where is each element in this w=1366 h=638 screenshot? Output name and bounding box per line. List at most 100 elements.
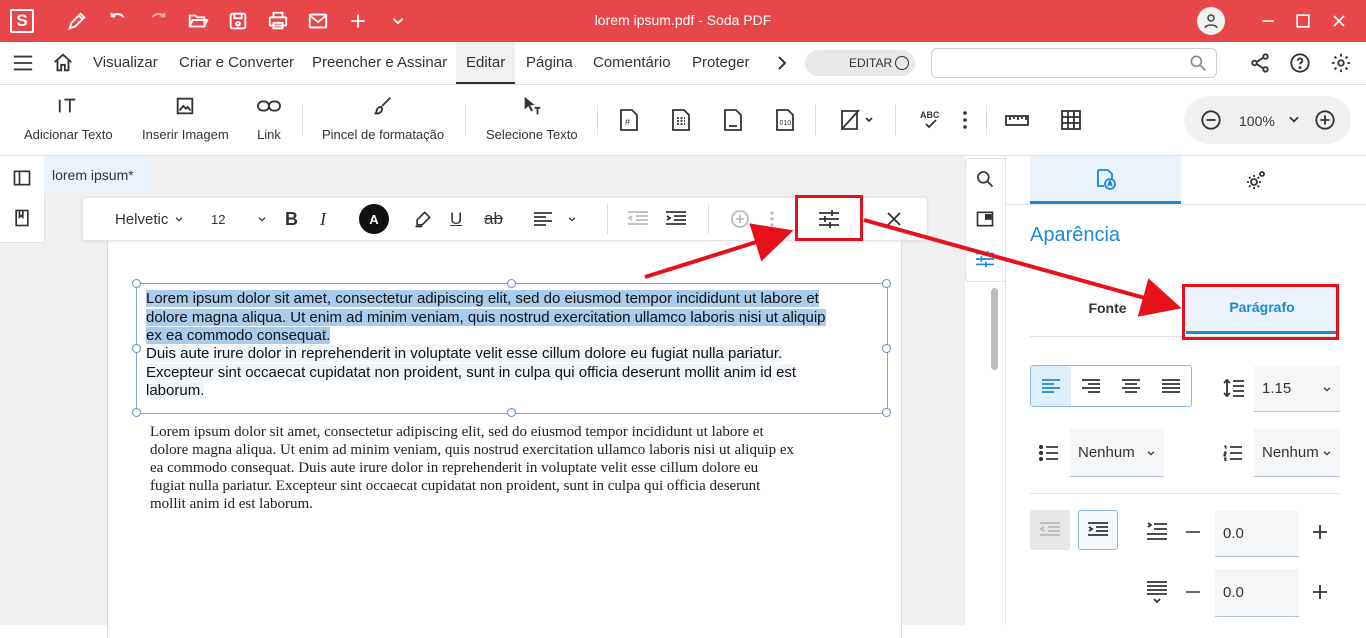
minimize-icon[interactable] [1254, 7, 1282, 35]
ruler-icon[interactable] [1004, 107, 1030, 133]
text-line[interactable]: ex ea commodo consequat. [146, 327, 331, 344]
chevron-right-icon[interactable] [774, 54, 790, 72]
search-box[interactable] [931, 48, 1217, 78]
strikethrough-button[interactable]: ab [484, 198, 503, 240]
bullet-list-select[interactable]: Nenhum [1070, 429, 1164, 477]
resize-handle[interactable] [132, 279, 141, 288]
home-icon[interactable] [52, 52, 74, 74]
body-text-line[interactable]: Lorem ipsum dolor sit amet, consectetur … [150, 424, 764, 441]
search-icon[interactable] [1188, 53, 1208, 73]
search-input[interactable] [938, 52, 1182, 76]
properties-panel-icon[interactable] [975, 209, 995, 229]
menu-criar-converter[interactable]: Criar e Converter [179, 42, 294, 84]
indent-button[interactable] [1078, 510, 1118, 550]
resize-handle[interactable] [132, 344, 141, 353]
bates-numbering-icon[interactable] [668, 107, 694, 133]
close-icon[interactable] [1325, 7, 1353, 35]
text-line[interactable]: Excepteur sint occaecat cupidatat non pr… [146, 364, 797, 381]
panel-toggle-icon[interactable] [12, 168, 32, 188]
align-left-icon[interactable] [1031, 366, 1071, 406]
body-text-line[interactable]: ea commodo consequat. Duis aute irure do… [150, 460, 758, 477]
minus-icon[interactable] [1186, 591, 1200, 593]
text-line[interactable]: laborum. [146, 382, 205, 399]
plus-icon[interactable] [1312, 584, 1328, 600]
menu-preencher-assinar[interactable]: Preencher e Assinar [312, 42, 447, 84]
highlight-icon[interactable] [413, 198, 433, 240]
format-painter-button[interactable]: Pincel de formatação [322, 93, 444, 142]
menu-pagina[interactable]: Página [526, 42, 573, 84]
underline-button[interactable]: U [450, 198, 462, 240]
link-button[interactable]: Link [256, 93, 282, 142]
tab-settings[interactable] [1186, 156, 1326, 204]
select-text-button[interactable]: Selecione Texto [486, 93, 578, 142]
resize-handle[interactable] [882, 279, 891, 288]
toolbar-divider [607, 204, 608, 234]
body-text-line[interactable]: fugiat nulla pariatur. Excepteur sint oc… [150, 478, 760, 495]
text-line[interactable]: dolore magna aliqua. Ut enim ad minim ve… [146, 309, 826, 326]
bookmark-icon[interactable] [12, 208, 32, 228]
add-link-icon[interactable] [728, 198, 754, 240]
zoom-level[interactable]: 100% [1239, 113, 1275, 129]
find-icon[interactable] [975, 169, 995, 189]
vertical-scrollbar[interactable] [991, 288, 998, 370]
increase-indent-icon[interactable] [665, 198, 687, 240]
zoom-in-icon[interactable] [1314, 109, 1336, 131]
more-options-icon[interactable] [952, 107, 978, 133]
zoom-out-icon[interactable] [1200, 109, 1222, 131]
plus-icon[interactable] [1312, 524, 1328, 540]
share-icon[interactable] [1249, 52, 1271, 74]
tab-font[interactable]: Fonte [1030, 282, 1185, 334]
menu-visualizar[interactable]: Visualizar [93, 42, 158, 84]
font-family-select[interactable]: Helvetic [115, 198, 184, 240]
menu-comentario[interactable]: Comentário [593, 42, 671, 84]
watermark-dropdown-icon[interactable] [838, 107, 878, 133]
grid-icon[interactable] [1058, 107, 1084, 133]
text-color-button[interactable]: A [359, 198, 389, 240]
spacing-input[interactable]: 0.0 [1215, 569, 1299, 617]
insert-image-button[interactable]: Inserir Imagem [142, 93, 229, 142]
indent-value: 0.0 [1223, 525, 1244, 542]
text-line[interactable]: Lorem ipsum dolor sit amet, consectetur … [146, 290, 819, 307]
close-toolbar-icon[interactable] [887, 198, 901, 240]
align-center-icon[interactable] [1111, 366, 1151, 406]
menu-proteger[interactable]: Proteger [692, 42, 750, 84]
indent-input[interactable]: 0.0 [1215, 511, 1299, 557]
edit-mode-toggle[interactable]: EDITAR [805, 50, 915, 76]
body-text-line[interactable]: mollit anim id est laborum. [150, 496, 313, 513]
page-number-icon[interactable]: # [616, 107, 642, 133]
outdent-button[interactable] [1030, 510, 1070, 550]
align-justify-icon[interactable] [1151, 366, 1191, 406]
resize-handle[interactable] [507, 279, 516, 288]
text-line[interactable]: Duis aute irure dolor in reprehenderit i… [146, 345, 783, 362]
align-right-icon[interactable] [1071, 366, 1111, 406]
resize-handle[interactable] [882, 344, 891, 353]
bold-button[interactable]: B [285, 198, 298, 240]
resize-handle[interactable] [882, 408, 891, 417]
font-size-select[interactable]: 12 [211, 198, 267, 240]
help-icon[interactable] [1289, 52, 1311, 74]
adjustments-icon[interactable] [975, 249, 995, 269]
bates-number-icon[interactable]: 010 [772, 107, 798, 133]
more-vertical-icon[interactable] [769, 198, 775, 240]
zoom-dropdown-icon[interactable] [1287, 112, 1301, 126]
user-icon[interactable] [1197, 7, 1225, 35]
line-spacing-select[interactable]: 1.15 [1254, 366, 1340, 412]
numbered-list-select[interactable]: Nenhum [1254, 429, 1340, 477]
header-footer-icon[interactable] [720, 107, 746, 133]
hamburger-menu-icon[interactable] [12, 53, 34, 73]
resize-handle[interactable] [132, 408, 141, 417]
settings-gear-icon[interactable] [1330, 52, 1352, 74]
document-tab[interactable]: lorem ipsum* [44, 156, 148, 194]
decrease-indent-icon[interactable] [627, 198, 649, 240]
resize-handle[interactable] [507, 408, 516, 417]
menu-editar[interactable]: Editar [456, 42, 516, 84]
minus-icon[interactable] [1186, 531, 1200, 533]
body-text-line[interactable]: dolore magna aliqua. Ut enim ad minim ve… [150, 442, 794, 459]
spell-check-icon[interactable]: ABC [918, 107, 944, 133]
maximize-icon[interactable] [1289, 7, 1317, 35]
tab-appearance[interactable] [1030, 156, 1181, 204]
align-dropdown[interactable] [533, 198, 577, 240]
italic-button[interactable]: I [320, 198, 326, 240]
chevron-down-icon [1147, 450, 1155, 456]
add-text-button[interactable]: Adicionar Texto [24, 93, 113, 142]
